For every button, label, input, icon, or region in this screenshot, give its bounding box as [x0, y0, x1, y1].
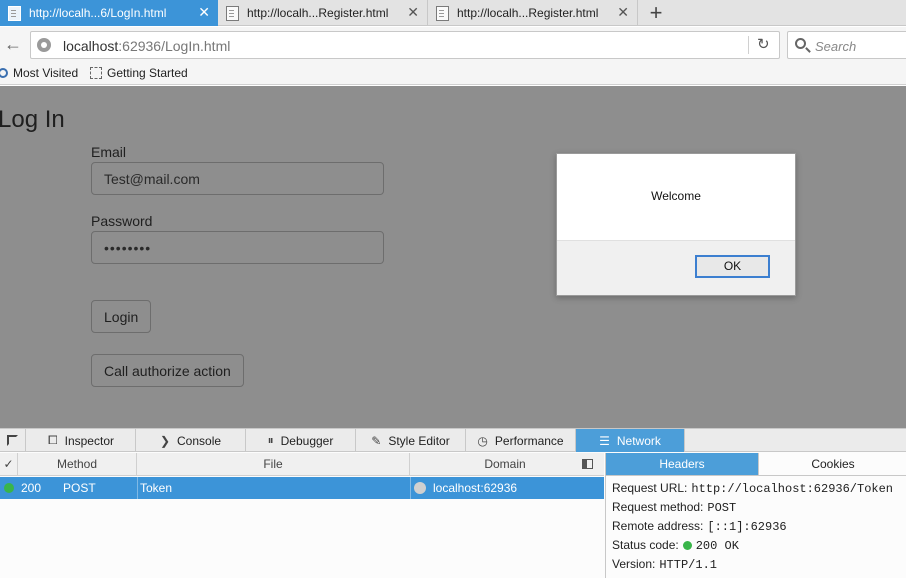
tab-label: http://localh...Register.html: [457, 6, 599, 20]
tab-register-1[interactable]: http://localh...Register.html ✕: [218, 0, 428, 26]
version-line: Version: HTTP/1.1: [612, 557, 717, 572]
console-icon: ❯: [159, 433, 171, 448]
url-bar[interactable]: localhost:62936/LogIn.html ↻: [30, 31, 780, 59]
toggle-sidebar-icon[interactable]: [582, 459, 593, 469]
tab-headers[interactable]: Headers: [606, 453, 758, 476]
most-visited-icon: [0, 68, 8, 78]
email-label: Email: [91, 144, 127, 160]
inspector-icon: ⧠: [48, 433, 58, 447]
request-method: POST: [63, 481, 96, 495]
page-icon: [8, 5, 21, 21]
column-status-check[interactable]: ✓: [0, 453, 18, 476]
alert-dialog: Welcome OK: [556, 153, 796, 296]
close-icon[interactable]: ✕: [617, 4, 629, 20]
reload-icon[interactable]: ↻: [757, 35, 770, 53]
bookmark-most-visited[interactable]: Most Visited: [0, 66, 79, 80]
url-divider: [748, 36, 749, 54]
performance-icon: ◷: [477, 433, 488, 448]
domain-globe-icon: [414, 482, 426, 494]
version-value: HTTP/1.1: [659, 558, 717, 572]
tab-performance[interactable]: ◷ Performance: [466, 429, 576, 452]
status-code-label: Status code:: [612, 538, 679, 552]
page-title: Log In: [0, 106, 65, 133]
tab-inspector[interactable]: ⧠ Inspector: [27, 429, 136, 452]
tab-login[interactable]: http://localh...6/LogIn.html ✕: [0, 0, 218, 26]
remote-address-line: Remote address: [::1]:62936: [612, 519, 787, 534]
request-file: Token: [140, 481, 173, 495]
network-icon: ☰: [599, 433, 610, 448]
login-button[interactable]: Login: [91, 300, 152, 333]
network-request-row[interactable]: 200 POST Token localhost:62936: [0, 477, 604, 499]
request-method-label: Request method:: [612, 500, 704, 514]
site-info-icon[interactable]: [37, 38, 51, 52]
devtools-toolbar: ⧠ Inspector ❯ Console ⏸ Debugger ✎ Style…: [0, 429, 906, 452]
tab-console[interactable]: ❯ Console: [136, 429, 246, 452]
element-picker-icon[interactable]: [0, 429, 26, 452]
tab-label: Inspector: [64, 433, 114, 448]
tab-label: Network: [616, 433, 661, 448]
bookmark-getting-started[interactable]: Getting Started: [90, 66, 188, 80]
request-url-value: http://localhost:62936/Token: [691, 482, 894, 496]
url-path: :62936/LogIn.html: [118, 38, 231, 54]
browser-tab-strip: http://localh...6/LogIn.html ✕ http://lo…: [0, 0, 906, 26]
remote-address-value: [::1]:62936: [707, 520, 787, 534]
alert-footer: OK: [557, 240, 795, 295]
tab-cookies[interactable]: Cookies: [758, 453, 906, 476]
close-icon[interactable]: ✕: [407, 4, 419, 20]
column-file[interactable]: File: [137, 453, 410, 476]
password-field[interactable]: ••••••••: [91, 231, 384, 264]
search-box[interactable]: Search: [787, 31, 906, 59]
developer-tools: ⧠ Inspector ❯ Console ⏸ Debugger ✎ Style…: [0, 428, 906, 578]
network-table-header: ✓ Method File Domain: [0, 453, 604, 476]
password-label: Password: [91, 213, 153, 229]
url-text[interactable]: localhost:62936/LogIn.html: [63, 38, 230, 54]
request-method-value: POST: [707, 501, 737, 515]
page-icon: [226, 5, 239, 21]
tab-label: Console: [177, 433, 222, 448]
search-placeholder: Search: [815, 39, 857, 54]
call-authorize-action-button[interactable]: Call authorize action: [91, 354, 244, 387]
new-tab-button[interactable]: +: [642, 0, 670, 26]
remote-address-label: Remote address:: [612, 519, 704, 533]
bookmark-label: Getting Started: [107, 66, 188, 80]
ok-button[interactable]: OK: [695, 255, 770, 278]
tab-label: Performance: [494, 433, 564, 448]
status-code-value: 200 OK: [695, 539, 739, 553]
status-ok-icon: [4, 483, 14, 493]
style-editor-icon: ✎: [371, 433, 382, 448]
tab-network[interactable]: ☰ Network: [576, 429, 685, 452]
status-ok-icon: [682, 541, 692, 551]
request-url-line: Request URL: http://localhost:62936/Token: [612, 481, 893, 496]
email-field[interactable]: Test@mail.com: [91, 162, 384, 195]
bookmarks-bar: Most Visited Getting Started: [0, 63, 906, 85]
request-details-panel: Headers Cookies Request URL: http://local…: [605, 453, 906, 578]
tab-label: http://localh...6/LogIn.html: [29, 6, 167, 20]
tab-label: http://localh...Register.html: [247, 6, 389, 20]
column-domain[interactable]: Domain: [410, 453, 604, 476]
alert-message: Welcome: [651, 189, 701, 203]
bookmark-label: Most Visited: [13, 66, 79, 80]
request-status: 200: [21, 481, 42, 495]
page-icon: [90, 67, 102, 79]
page-icon: [436, 5, 449, 21]
search-icon: [795, 38, 806, 49]
back-arrow-icon[interactable]: ←: [4, 35, 22, 53]
request-method-line: Request method: POST: [612, 500, 736, 515]
tab-register-2[interactable]: http://localh...Register.html ✕: [428, 0, 638, 26]
tab-label: Style Editor: [388, 433, 450, 448]
debugger-icon: ⏸: [267, 433, 274, 447]
navigation-bar: ← localhost:62936/LogIn.html ↻ Search: [0, 27, 906, 63]
version-label: Version:: [612, 557, 656, 571]
column-method[interactable]: Method: [18, 453, 137, 476]
column-domain-label: Domain: [484, 457, 526, 471]
tab-debugger[interactable]: ⏸ Debugger: [246, 429, 356, 452]
request-url-label: Request URL:: [612, 481, 688, 495]
tab-style-editor[interactable]: ✎ Style Editor: [356, 429, 466, 452]
tab-label: Debugger: [280, 433, 334, 448]
close-icon[interactable]: ✕: [198, 4, 210, 20]
request-domain: localhost:62936: [433, 481, 518, 495]
url-host: localhost: [63, 38, 119, 54]
status-code-line: Status code: 200 OK: [612, 538, 739, 553]
